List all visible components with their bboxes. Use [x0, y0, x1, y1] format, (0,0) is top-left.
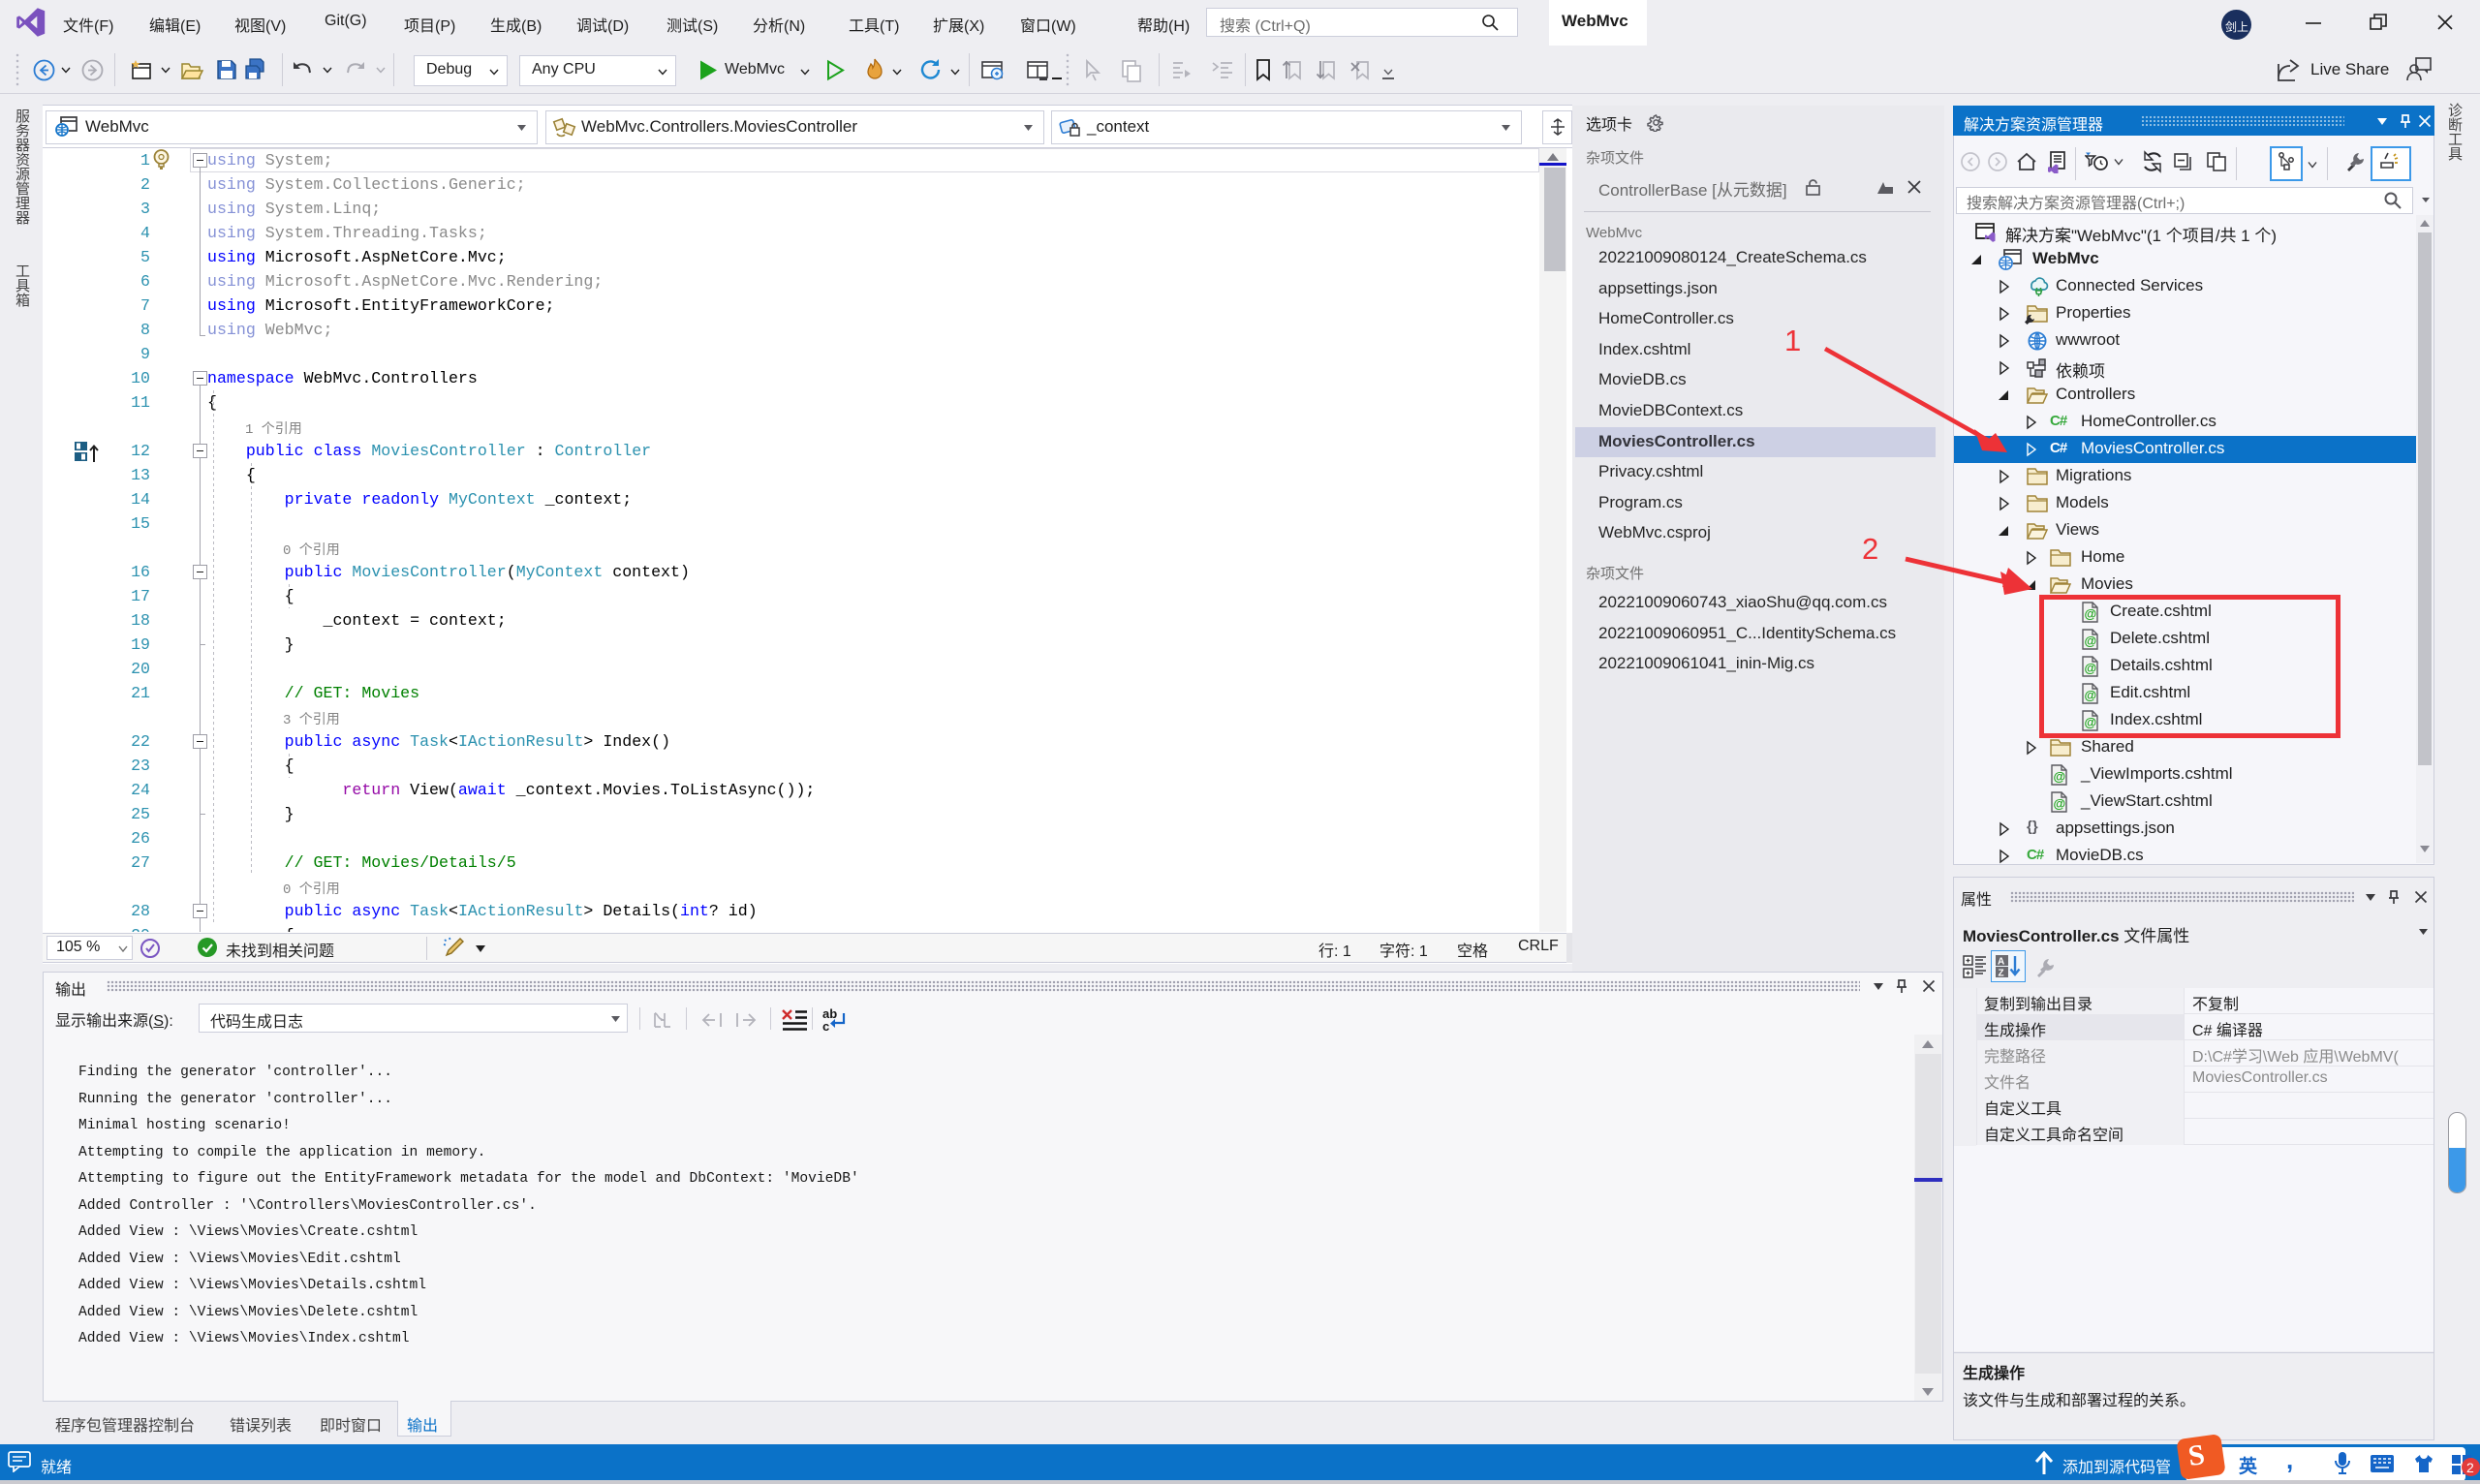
svg-text:@: @: [2054, 769, 2066, 784]
svg-text:@: @: [2054, 796, 2066, 811]
svg-text:c: c: [822, 1019, 829, 1034]
svg-text:A: A: [1998, 957, 2004, 968]
svg-text:Z: Z: [1999, 969, 2004, 979]
